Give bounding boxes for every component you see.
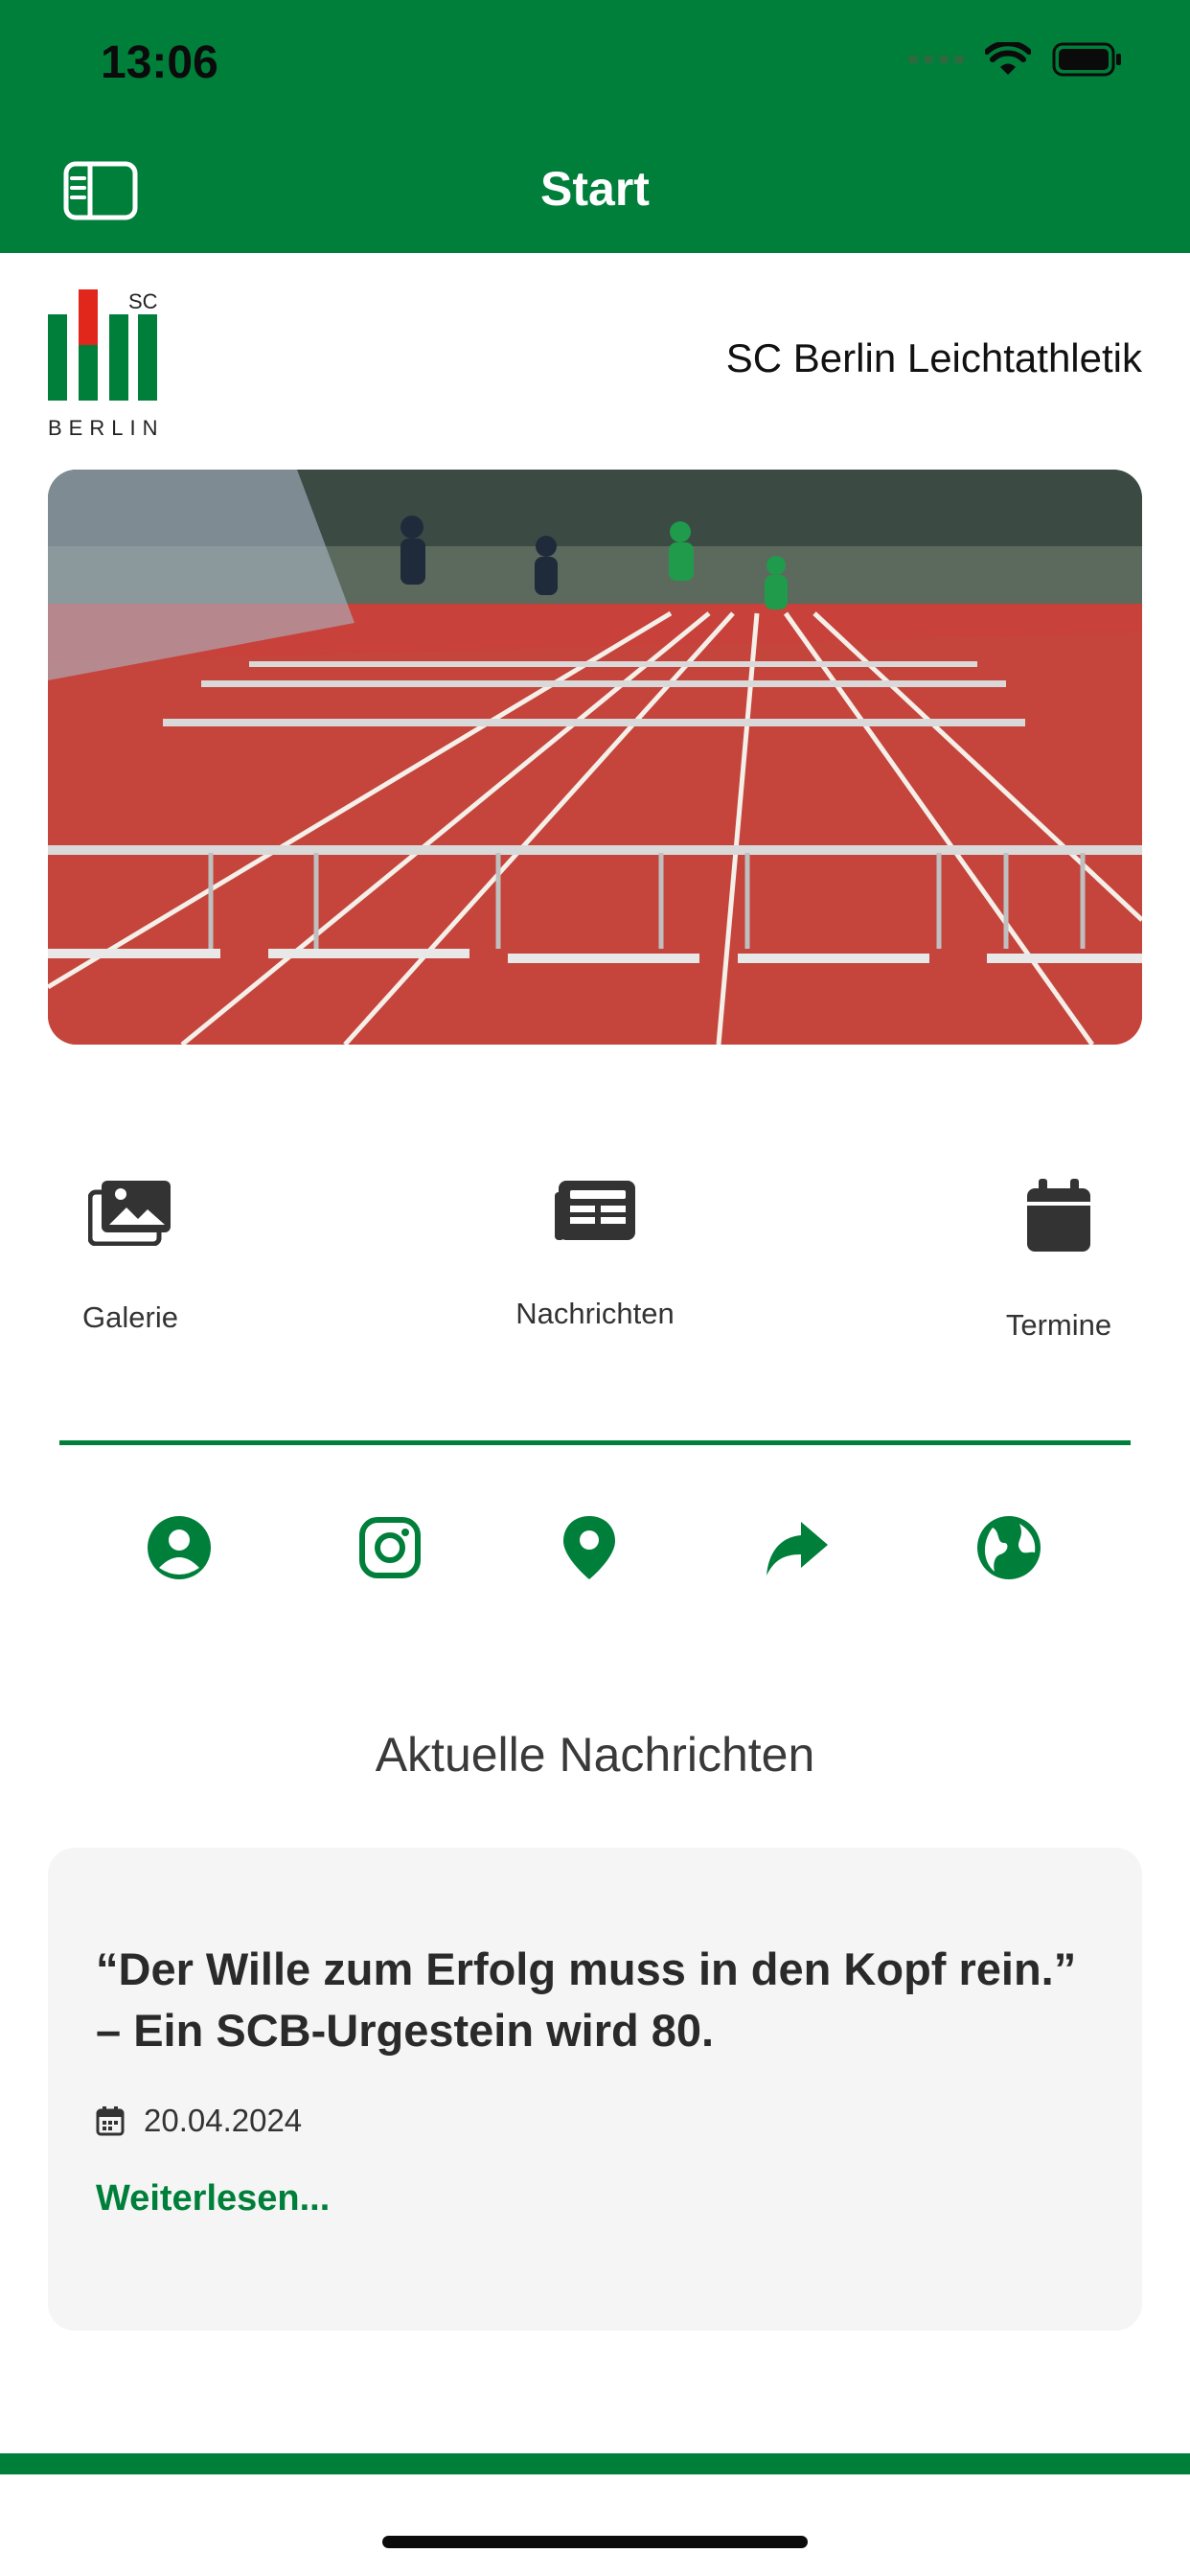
appointments-button[interactable]: Termine (915, 1179, 1190, 1343)
location-icon[interactable] (556, 1514, 623, 1581)
news-date: 20.04.2024 (144, 2103, 303, 2138)
home-indicator[interactable] (382, 2536, 808, 2548)
share-icon[interactable] (763, 1514, 830, 1581)
calendar-icon (1027, 1179, 1090, 1252)
news-icon (555, 1181, 635, 1240)
news-date-row: 20.04.2024 (96, 2103, 302, 2139)
page-title: Start (540, 162, 650, 216)
club-logo: SC BERLIN (46, 286, 161, 440)
section-title: Aktuelle Nachrichten (375, 1728, 815, 1782)
instagram-icon[interactable] (356, 1514, 423, 1581)
gallery-label: Galerie (82, 1300, 178, 1334)
profile-icon[interactable] (146, 1514, 213, 1581)
signal-icon (908, 56, 964, 63)
divider (59, 1440, 1131, 1445)
news-button[interactable]: Nachrichten (451, 1179, 739, 1331)
logo-text-top: SC (128, 289, 158, 313)
wifi-icon (985, 42, 1031, 75)
news-card[interactable]: “Der Wille zum Erfolg muss in den Kopf r… (48, 1848, 1142, 2331)
read-more-link[interactable]: Weiterlesen... (96, 2178, 330, 2220)
status-icons (908, 42, 1123, 77)
gallery-icon (87, 1181, 171, 1247)
club-name: SC Berlin Leichtathletik (725, 335, 1142, 380)
calendar-small-icon (96, 2106, 125, 2136)
globe-icon[interactable] (975, 1514, 1042, 1581)
status-time: 13:06 (101, 37, 218, 88)
news-label: Nachrichten (515, 1297, 675, 1330)
battery-icon (1052, 42, 1121, 77)
appointments-label: Termine (1005, 1308, 1112, 1342)
logo-text-bottom: BERLIN (48, 416, 161, 439)
gallery-button[interactable]: Galerie (0, 1179, 274, 1335)
hero-image (48, 470, 1142, 1045)
news-title: “Der Wille zum Erfolg muss in den Kopf r… (96, 1944, 1077, 2056)
footer-bar (0, 2453, 1190, 2474)
